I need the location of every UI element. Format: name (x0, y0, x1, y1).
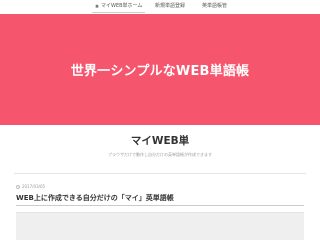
post-thumbnail[interactable] (16, 212, 304, 240)
nav-item-label: 新規単語登録 (155, 3, 186, 9)
nav-item-label: マイWEB単ホーム (101, 3, 143, 9)
site-description: ブラウザだけで動作し自分だけの英単語帳が作成できます (108, 152, 212, 157)
hero-title: 世界一シンプルなWEB単語帳 (70, 64, 250, 79)
post-title-underline (16, 205, 304, 206)
nav-item-wordbook[interactable]: 英単語帳管 (202, 0, 227, 13)
nav-item-home[interactable]: マイWEB単ホーム (92, 0, 146, 13)
home-icon (95, 4, 99, 8)
top-navigation: マイWEB単ホーム 新規単語登録 英単語帳管 (0, 0, 320, 13)
divider (14, 173, 306, 174)
post-date: 2017/03/05 (16, 184, 45, 189)
nav-item-new-word[interactable]: 新規単語登録 (155, 0, 185, 13)
nav-item-label: 英単語帳管 (202, 3, 228, 9)
post-title-link[interactable]: WEB上に作成できる自分だけの「マイ」英単語帳 (16, 193, 174, 203)
site-title[interactable]: マイWEB単 (0, 133, 320, 148)
post-date-text: 2017/03/05 (22, 184, 46, 189)
hero-banner: 世界一シンプルなWEB単語帳 (0, 14, 320, 125)
clock-icon (16, 185, 20, 189)
